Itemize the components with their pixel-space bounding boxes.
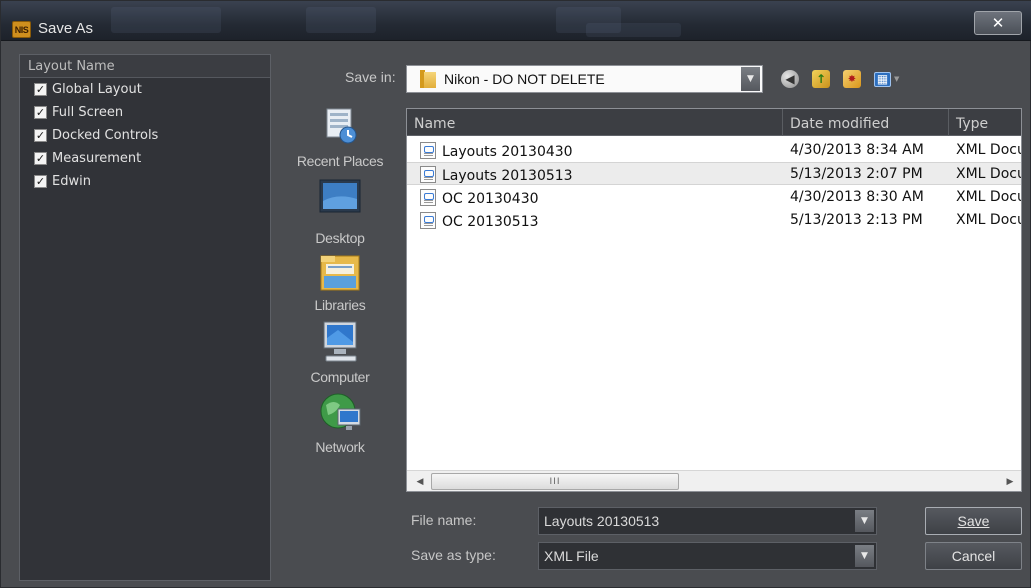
save-in-value: Nikon - DO NOT DELETE [444,71,605,87]
background-blur [111,7,221,33]
file-name-field[interactable]: Layouts 20130513 ▼ [538,507,877,535]
close-icon: ✕ [991,14,1005,32]
file-name: Layouts 20130513 [442,168,573,184]
back-icon[interactable]: ◀ [781,70,799,88]
chevron-down-icon[interactable]: ▼ [855,545,874,567]
app-icon: NIS [12,21,31,38]
save-in-label: Save in: [345,69,396,85]
layout-item-label: Edwin [52,174,91,189]
layout-item[interactable]: ✓ Docked Controls [20,124,270,147]
file-date: 4/30/2013 8:30 AM [790,189,924,205]
layout-item[interactable]: ✓ Measurement [20,147,270,170]
desktop-icon [319,179,361,217]
chevron-down-icon[interactable]: ▼ [855,510,874,532]
save-as-type-dropdown[interactable]: XML File ▼ [538,542,877,570]
scroll-grip: III [549,476,561,487]
chevron-down-icon[interactable]: ▼ [741,67,760,91]
file-list-header: Name Date modified Type [407,109,1021,136]
layout-name-header: Layout Name [20,55,270,78]
file-date: 5/13/2013 2:07 PM [790,166,923,182]
column-header-name[interactable]: Name [407,109,783,136]
save-as-type-value: XML File [544,548,599,564]
libraries-icon [320,255,360,291]
file-name-label: File name: [411,512,477,528]
layout-item-label: Measurement [52,151,142,166]
file-name-cell: OC 20130430 [420,189,780,207]
file-row[interactable]: OC 20130430 4/30/2013 8:30 AM XML Docume… [407,186,1021,209]
place-label: Recent Places [296,153,384,169]
layout-item-label: Global Layout [52,82,142,97]
scroll-right-icon[interactable]: ▶ [1001,473,1019,490]
place-libraries[interactable]: Libraries [285,248,395,316]
column-header-date-modified[interactable]: Date modified [783,109,949,136]
view-menu-icon[interactable]: ▦ [874,71,891,87]
save-button-label: Save [957,513,990,529]
file-list[interactable]: Name Date modified Type Layouts 20130430… [406,108,1022,492]
file-name: Layouts 20130430 [442,144,573,160]
place-label: Computer [310,369,370,385]
places-bar: Recent Places Desktop Libraries Computer… [285,101,395,471]
file-row[interactable]: OC 20130513 5/13/2013 2:13 PM XML Docume… [407,209,1021,232]
place-label: Libraries [314,297,366,313]
checkbox-checked-icon[interactable]: ✓ [34,83,47,96]
place-desktop[interactable]: Desktop [285,174,395,246]
navigation-toolbar: ◀ ↑ ✸ ▦ ▼ [781,67,899,91]
file-type: XML Document [956,212,1021,228]
new-folder-icon[interactable]: ✸ [843,70,861,88]
file-date: 4/30/2013 8:34 AM [790,142,924,158]
background-blur [306,7,376,33]
file-name-cell: OC 20130513 [420,212,780,230]
layout-item[interactable]: ✓ Global Layout [20,78,270,101]
place-network[interactable]: Network [285,389,395,457]
save-in-dropdown[interactable]: Nikon - DO NOT DELETE ▼ [406,65,763,93]
file-row[interactable]: Layouts 20130430 4/30/2013 8:34 AM XML D… [407,139,1021,162]
file-type: XML Document [956,142,1021,158]
cancel-button[interactable]: Cancel [925,542,1022,570]
file-name: OC 20130513 [442,214,539,230]
save-button[interactable]: Save [925,507,1022,535]
file-name: OC 20130430 [442,191,539,207]
folder-icon [420,70,436,88]
horizontal-scrollbar[interactable]: ◀ III ▶ [407,470,1021,491]
column-header-type[interactable]: Type [949,109,1021,136]
file-date: 5/13/2013 2:13 PM [790,212,923,228]
file-name-cell: Layouts 20130513 [420,166,780,184]
title-bar[interactable]: NIS Save As ✕ [1,1,1031,41]
layout-item-label: Full Screen [52,105,124,120]
chevron-down-icon[interactable]: ▼ [894,75,899,83]
file-row-selected[interactable]: Layouts 20130513 5/13/2013 2:07 PM XML D… [407,162,1021,185]
checkbox-checked-icon[interactable]: ✓ [34,106,47,119]
file-name-input[interactable]: Layouts 20130513 [539,513,855,529]
scroll-left-icon[interactable]: ◀ [411,473,429,490]
save-as-type-label: Save as type: [411,547,496,563]
place-recent-places[interactable]: Recent Places [285,101,395,169]
network-icon [320,393,361,430]
up-folder-icon[interactable]: ↑ [812,70,830,88]
checkbox-checked-icon[interactable]: ✓ [34,175,47,188]
window-title: Save As [38,20,94,37]
file-type: XML Document [956,189,1021,205]
layout-name-panel: Layout Name ✓ Global Layout ✓ Full Scree… [19,54,271,581]
layout-item-label: Docked Controls [52,128,159,143]
place-label: Network [315,439,365,455]
xml-file-icon [420,212,436,229]
background-blur [586,23,681,37]
layout-item[interactable]: ✓ Full Screen [20,101,270,124]
recent-places-icon [326,108,357,144]
computer-icon [323,321,357,362]
file-name-cell: Layouts 20130430 [420,142,780,160]
close-button[interactable]: ✕ [974,11,1022,35]
place-label: Desktop [315,230,365,246]
checkbox-checked-icon[interactable]: ✓ [34,152,47,165]
xml-file-icon [420,142,436,159]
layout-item[interactable]: ✓ Edwin [20,170,270,193]
xml-file-icon [420,189,436,206]
scroll-thumb[interactable]: III [431,473,679,490]
xml-file-icon [420,166,436,183]
checkbox-checked-icon[interactable]: ✓ [34,129,47,142]
place-computer[interactable]: Computer [285,316,395,385]
file-type: XML Document [956,166,1021,182]
save-as-dialog: NIS Save As ✕ Layout Name ✓ Global Layou… [0,0,1031,588]
